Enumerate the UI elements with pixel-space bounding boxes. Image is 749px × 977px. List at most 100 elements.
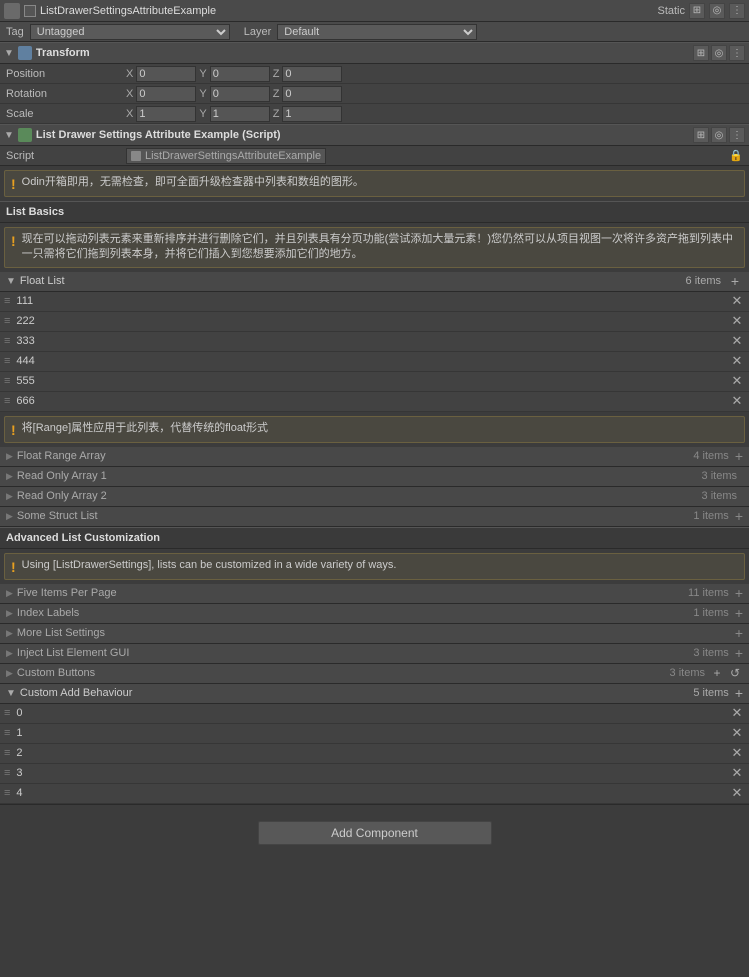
script-ref[interactable]: ListDrawerSettingsAttributeExample [126, 148, 326, 164]
float-item-0[interactable]: 111 [16, 295, 729, 307]
custom-item-0[interactable]: 0 [16, 707, 729, 719]
float-list-header[interactable]: ▼ Float List 6 items + [0, 272, 749, 292]
custom-item-3[interactable]: 3 [16, 767, 729, 779]
custom-remove-0[interactable]: ✕ [729, 705, 745, 721]
remove-btn-1[interactable]: ✕ [729, 313, 745, 329]
transform-reset-btn[interactable]: ◎ [711, 45, 727, 61]
open-prefab-btn[interactable]: ⊞ [689, 3, 705, 19]
scale-z-input[interactable] [282, 106, 342, 122]
custom-buttons-header[interactable]: ▶ Custom Buttons 3 items + ↺ [0, 664, 749, 684]
transform-more-btn[interactable]: ⋮ [729, 45, 745, 61]
inject-gui-header[interactable]: ▶ Inject List Element GUI 3 items + [0, 644, 749, 664]
position-y-input[interactable] [210, 66, 270, 82]
add-component-button[interactable]: Add Component [258, 821, 492, 845]
more-list-add-btn[interactable]: + [735, 625, 743, 641]
transform-icon [18, 46, 32, 60]
custom-remove-2[interactable]: ✕ [729, 745, 745, 761]
custom-drag-1[interactable]: ≡ [4, 727, 10, 739]
focus-btn[interactable]: ◎ [709, 3, 725, 19]
custom-buttons-refresh-btn[interactable]: ↺ [727, 665, 743, 681]
inject-gui-add-btn[interactable]: + [735, 645, 743, 661]
drag-handle-1[interactable]: ≡ [4, 315, 10, 327]
custom-remove-4[interactable]: ✕ [729, 785, 745, 801]
float-item-3[interactable]: 444 [16, 355, 729, 367]
custom-buttons-title: Custom Buttons [17, 667, 95, 679]
remove-btn-3[interactable]: ✕ [729, 353, 745, 369]
transform-snap-btn[interactable]: ⊞ [693, 45, 709, 61]
readonly-array1-title: Read Only Array 1 [17, 470, 107, 482]
custom-buttons-add-btn[interactable]: + [709, 665, 725, 681]
float-list-count: 6 items [686, 275, 721, 287]
more-list-settings-header[interactable]: ▶ More List Settings + [0, 624, 749, 644]
rotation-z-input[interactable] [282, 86, 342, 102]
custom-add-behaviour-header[interactable]: ▼ Custom Add Behaviour 5 items + [0, 684, 749, 704]
drag-handle-2[interactable]: ≡ [4, 335, 10, 347]
float-list-item-2: ≡ 333 ✕ [0, 332, 749, 352]
readonly-array2-header[interactable]: ▶ Read Only Array 2 3 items [0, 487, 749, 507]
index-labels-count: 1 items [693, 607, 728, 619]
some-struct-add-btn[interactable]: + [735, 508, 743, 524]
transform-arrow[interactable]: ▼ [4, 48, 14, 59]
scale-y-input[interactable] [210, 106, 270, 122]
scale-x-input[interactable] [136, 106, 196, 122]
script-row: Script ListDrawerSettingsAttributeExampl… [0, 146, 749, 166]
info-text-2: 现在可以拖动列表元素来重新排序并进行删除它们，并且列表具有分页功能(尝试添加大量… [22, 232, 738, 263]
remove-btn-2[interactable]: ✕ [729, 333, 745, 349]
drag-handle-5[interactable]: ≡ [4, 395, 10, 407]
float-list-add-btn[interactable]: + [727, 273, 743, 289]
remove-btn-5[interactable]: ✕ [729, 393, 745, 409]
custom-drag-0[interactable]: ≡ [4, 707, 10, 719]
position-z-input[interactable] [282, 66, 342, 82]
custom-remove-3[interactable]: ✕ [729, 765, 745, 781]
layer-label: Layer [244, 26, 272, 38]
layer-select[interactable]: Default [277, 24, 477, 40]
custom-remove-1[interactable]: ✕ [729, 725, 745, 741]
custom-item-2[interactable]: 2 [16, 747, 729, 759]
rotation-x-label: X [126, 88, 133, 100]
script-arrow[interactable]: ▼ [4, 130, 14, 141]
rotation-y-input[interactable] [210, 86, 270, 102]
some-struct-list-header[interactable]: ▶ Some Struct List 1 items + [0, 507, 749, 527]
custom-item-1[interactable]: 1 [16, 727, 729, 739]
custom-drag-2[interactable]: ≡ [4, 747, 10, 759]
remove-btn-0[interactable]: ✕ [729, 293, 745, 309]
script-reset-btn[interactable]: ◎ [711, 127, 727, 143]
index-labels-header[interactable]: ▶ Index Labels 1 items + [0, 604, 749, 624]
script-snap-btn[interactable]: ⊞ [693, 127, 709, 143]
float-item-2[interactable]: 333 [16, 335, 729, 347]
float-range-array-header[interactable]: ▶ Float Range Array 4 items + [0, 447, 749, 467]
float-item-5[interactable]: 666 [16, 395, 729, 407]
more-btn[interactable]: ⋮ [729, 3, 745, 19]
rotation-label: Rotation [6, 88, 126, 100]
rotation-x-input[interactable] [136, 86, 196, 102]
custom-drag-4[interactable]: ≡ [4, 787, 10, 799]
position-row: Position X Y Z [0, 64, 749, 84]
script-more-btn[interactable]: ⋮ [729, 127, 745, 143]
index-labels-arrow: ▶ [6, 608, 13, 619]
readonly-array1-count: 3 items [702, 470, 737, 482]
custom-add-add-btn[interactable]: + [735, 685, 743, 701]
float-item-1[interactable]: 222 [16, 315, 729, 327]
tag-select[interactable]: Untagged [30, 24, 230, 40]
five-items-header[interactable]: ▶ Five Items Per Page 11 items + [0, 584, 749, 604]
float-item-4[interactable]: 555 [16, 375, 729, 387]
five-items-add-btn[interactable]: + [735, 585, 743, 601]
active-checkbox[interactable] [24, 5, 36, 17]
drag-handle-0[interactable]: ≡ [4, 295, 10, 307]
remove-btn-4[interactable]: ✕ [729, 373, 745, 389]
transform-header: ▼ Transform ⊞ ◎ ⋮ [0, 42, 749, 64]
readonly-array2-arrow: ▶ [6, 491, 13, 502]
custom-add-item-4: ≡ 4 ✕ [0, 784, 749, 804]
position-x-input[interactable] [136, 66, 196, 82]
float-range-add-btn[interactable]: + [735, 448, 743, 464]
inject-gui-arrow: ▶ [6, 648, 13, 659]
drag-handle-4[interactable]: ≡ [4, 375, 10, 387]
script-label: Script [6, 150, 126, 162]
custom-item-4[interactable]: 4 [16, 787, 729, 799]
drag-handle-3[interactable]: ≡ [4, 355, 10, 367]
custom-add-item-3: ≡ 3 ✕ [0, 764, 749, 784]
readonly-array1-header[interactable]: ▶ Read Only Array 1 3 items [0, 467, 749, 487]
custom-drag-3[interactable]: ≡ [4, 767, 10, 779]
custom-buttons-count: 3 items [670, 667, 705, 679]
index-labels-add-btn[interactable]: + [735, 605, 743, 621]
